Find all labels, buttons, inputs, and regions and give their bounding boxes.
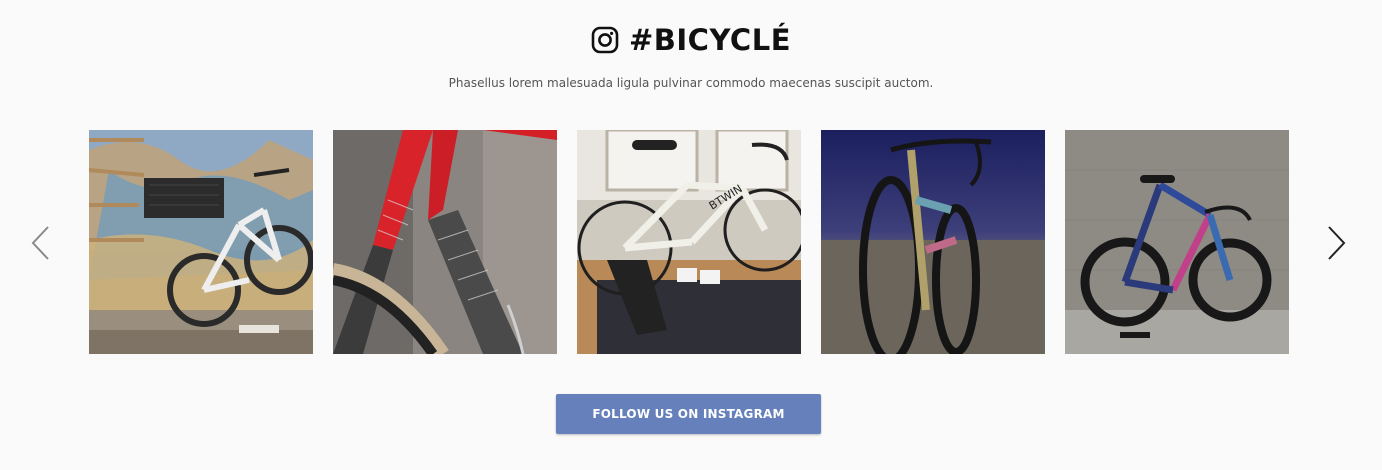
gallery-item-3[interactable]: BTWIN (577, 130, 801, 354)
carousel-next-button[interactable] (1324, 224, 1348, 262)
instagram-icon (591, 26, 619, 54)
chevron-left-icon (31, 226, 49, 260)
photo-painted-gravel-bike (821, 130, 1045, 354)
chevron-right-icon (1328, 226, 1346, 260)
gallery-item-5[interactable] (1065, 130, 1289, 354)
follow-instagram-button[interactable]: FOLLOW US ON INSTAGRAM (556, 394, 821, 434)
photo-red-frame-closeup (333, 130, 557, 354)
gallery-item-4[interactable] (821, 130, 1045, 354)
section-subtitle: Phasellus lorem malesuada ligula pulvina… (448, 76, 934, 90)
photo-bike-graffiti-wall (89, 130, 313, 354)
photo-white-road-bike-trainer: BTWIN (577, 130, 801, 354)
gallery-item-1[interactable] (89, 130, 313, 354)
carousel-prev-button[interactable] (29, 224, 53, 262)
instagram-section: #BICYCLÉ Phasellus lorem malesuada ligul… (0, 0, 1382, 470)
page-title: #BICYCLÉ (628, 23, 791, 57)
instagram-gallery: BTWIN (89, 130, 1289, 354)
photo-blue-pink-road-bike (1065, 130, 1289, 354)
gallery-item-2[interactable] (333, 130, 557, 354)
section-heading: #BICYCLÉ (0, 20, 1382, 60)
